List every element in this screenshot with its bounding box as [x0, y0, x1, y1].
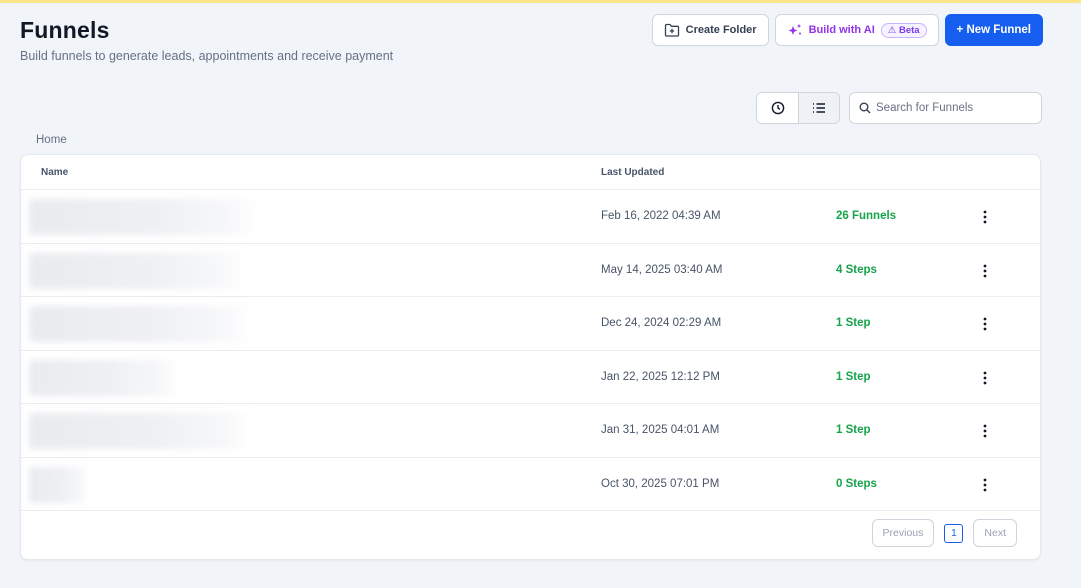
row-menu-button[interactable] [977, 260, 993, 282]
funnel-name[interactable] [29, 252, 247, 289]
pagination: Previous 1 Next [871, 519, 1017, 547]
row-menu-button[interactable] [977, 313, 993, 335]
last-updated-cell: Jan 22, 2025 12:12 PM [601, 370, 720, 383]
search-input[interactable] [876, 102, 1032, 114]
page-subtitle: Build funnels to generate leads, appoint… [20, 49, 394, 63]
count-cell: 26 Funnels [836, 210, 897, 222]
header-actions: Create Folder Build with AI ⚠︎ Beta + Ne… [651, 14, 1043, 46]
search-box [849, 92, 1042, 124]
table-row[interactable]: Oct 30, 2025 07:01 PM 0 Steps [21, 458, 1040, 511]
funnel-name[interactable] [29, 413, 254, 449]
count-cell: 1 Step [836, 424, 871, 436]
previous-page-button[interactable]: Previous [871, 519, 935, 547]
kebab-menu-icon [983, 317, 987, 331]
create-folder-button[interactable]: Create Folder [651, 14, 769, 46]
table-row[interactable]: May 14, 2025 03:40 AM 4 Steps [21, 244, 1040, 297]
build-with-ai-button[interactable]: Build with AI ⚠︎ Beta [774, 14, 939, 46]
recent-view-button[interactable] [757, 93, 798, 123]
flask-icon: ⚠︎ [887, 24, 897, 36]
table-row[interactable]: Jan 31, 2025 04:01 AM 1 Step [21, 404, 1040, 458]
list-toolbar [756, 92, 1042, 124]
kebab-menu-icon [983, 371, 987, 384]
funnel-name[interactable] [29, 466, 89, 503]
table-row[interactable]: Feb 16, 2022 04:39 AM 26 Funnels [21, 190, 1040, 244]
column-header-last-updated: Last Updated [601, 167, 665, 178]
row-menu-button[interactable] [977, 420, 993, 442]
beta-label: Beta [898, 24, 920, 36]
new-funnel-button[interactable]: + New Funnel [944, 14, 1043, 46]
build-with-ai-label: Build with AI [808, 24, 875, 36]
column-header-name: Name [41, 167, 69, 178]
count-cell: 4 Steps [836, 263, 877, 276]
page-title: Funnels [20, 17, 110, 43]
kebab-menu-icon [983, 210, 987, 224]
kebab-menu-icon [983, 424, 987, 438]
clock-icon [771, 101, 785, 115]
search-icon [859, 102, 871, 114]
last-updated-cell: Dec 24, 2024 02:29 AM [601, 317, 722, 329]
count-cell: 1 Step [836, 317, 871, 329]
count-cell: 0 Steps [836, 477, 877, 490]
list-view-button[interactable] [798, 93, 839, 123]
next-page-button[interactable]: Next [973, 519, 1017, 547]
beta-badge: ⚠︎ Beta [880, 22, 927, 38]
list-icon [812, 102, 826, 114]
last-updated-cell: Jan 31, 2025 04:01 AM [601, 424, 720, 436]
row-menu-button[interactable] [977, 474, 993, 496]
funnel-name[interactable] [29, 306, 251, 342]
table-header: Name Last Updated [21, 155, 1040, 190]
count-cell: 1 Step [836, 370, 871, 383]
last-updated-cell: Feb 16, 2022 04:39 AM [601, 210, 721, 222]
kebab-menu-icon [983, 264, 987, 277]
page-number-current[interactable]: 1 [944, 523, 964, 543]
row-menu-button[interactable] [977, 367, 993, 389]
row-menu-button[interactable] [977, 206, 993, 228]
breadcrumb[interactable]: Home [36, 134, 67, 146]
page-header: Funnels Build funnels to generate leads,… [20, 17, 393, 63]
sparkles-icon [787, 23, 803, 37]
new-funnel-label: + New Funnel [956, 24, 1031, 36]
table-row[interactable]: Jan 22, 2025 12:12 PM 1 Step [21, 351, 1040, 404]
last-updated-cell: Oct 30, 2025 07:01 PM [601, 477, 720, 490]
kebab-menu-icon [983, 478, 987, 491]
funnels-table: Name Last Updated Feb 16, 2022 04:39 AM … [20, 154, 1041, 560]
create-folder-label: Create Folder [685, 24, 757, 36]
funnel-name[interactable] [29, 359, 181, 396]
view-toggle [756, 92, 840, 124]
table-row[interactable]: Dec 24, 2024 02:29 AM 1 Step [21, 297, 1040, 351]
funnel-name[interactable] [29, 199, 259, 235]
last-updated-cell: May 14, 2025 03:40 AM [601, 263, 723, 276]
folder-plus-icon [664, 23, 680, 37]
